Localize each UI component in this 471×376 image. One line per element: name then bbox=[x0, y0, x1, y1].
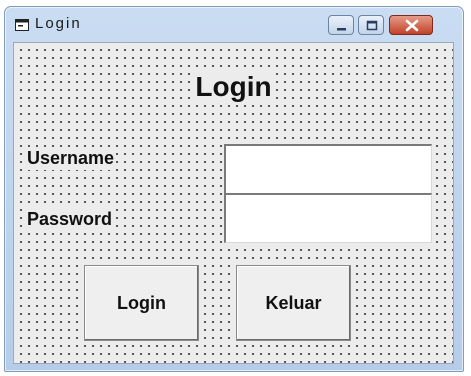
login-window: Login Login Username Password Login Kelu bbox=[4, 6, 464, 372]
close-icon bbox=[405, 19, 419, 32]
password-label: Password bbox=[25, 208, 115, 231]
login-button[interactable]: Login bbox=[84, 265, 199, 341]
title-bar[interactable]: Login bbox=[5, 7, 463, 41]
username-label: Username bbox=[25, 147, 117, 170]
username-field[interactable] bbox=[224, 144, 432, 194]
window-title: Login bbox=[35, 15, 82, 32]
form-icon bbox=[15, 18, 29, 31]
minimize-icon bbox=[337, 28, 346, 31]
form-client-area: Login Username Password Login Keluar bbox=[13, 42, 454, 364]
heading-text: Login bbox=[191, 71, 276, 102]
password-field[interactable] bbox=[224, 193, 432, 243]
minimize-button[interactable] bbox=[328, 15, 354, 35]
close-button[interactable] bbox=[389, 15, 433, 35]
exit-button[interactable]: Keluar bbox=[236, 265, 351, 341]
maximize-button[interactable] bbox=[358, 15, 384, 35]
page-title: Login bbox=[14, 71, 453, 103]
maximize-icon bbox=[366, 20, 378, 31]
